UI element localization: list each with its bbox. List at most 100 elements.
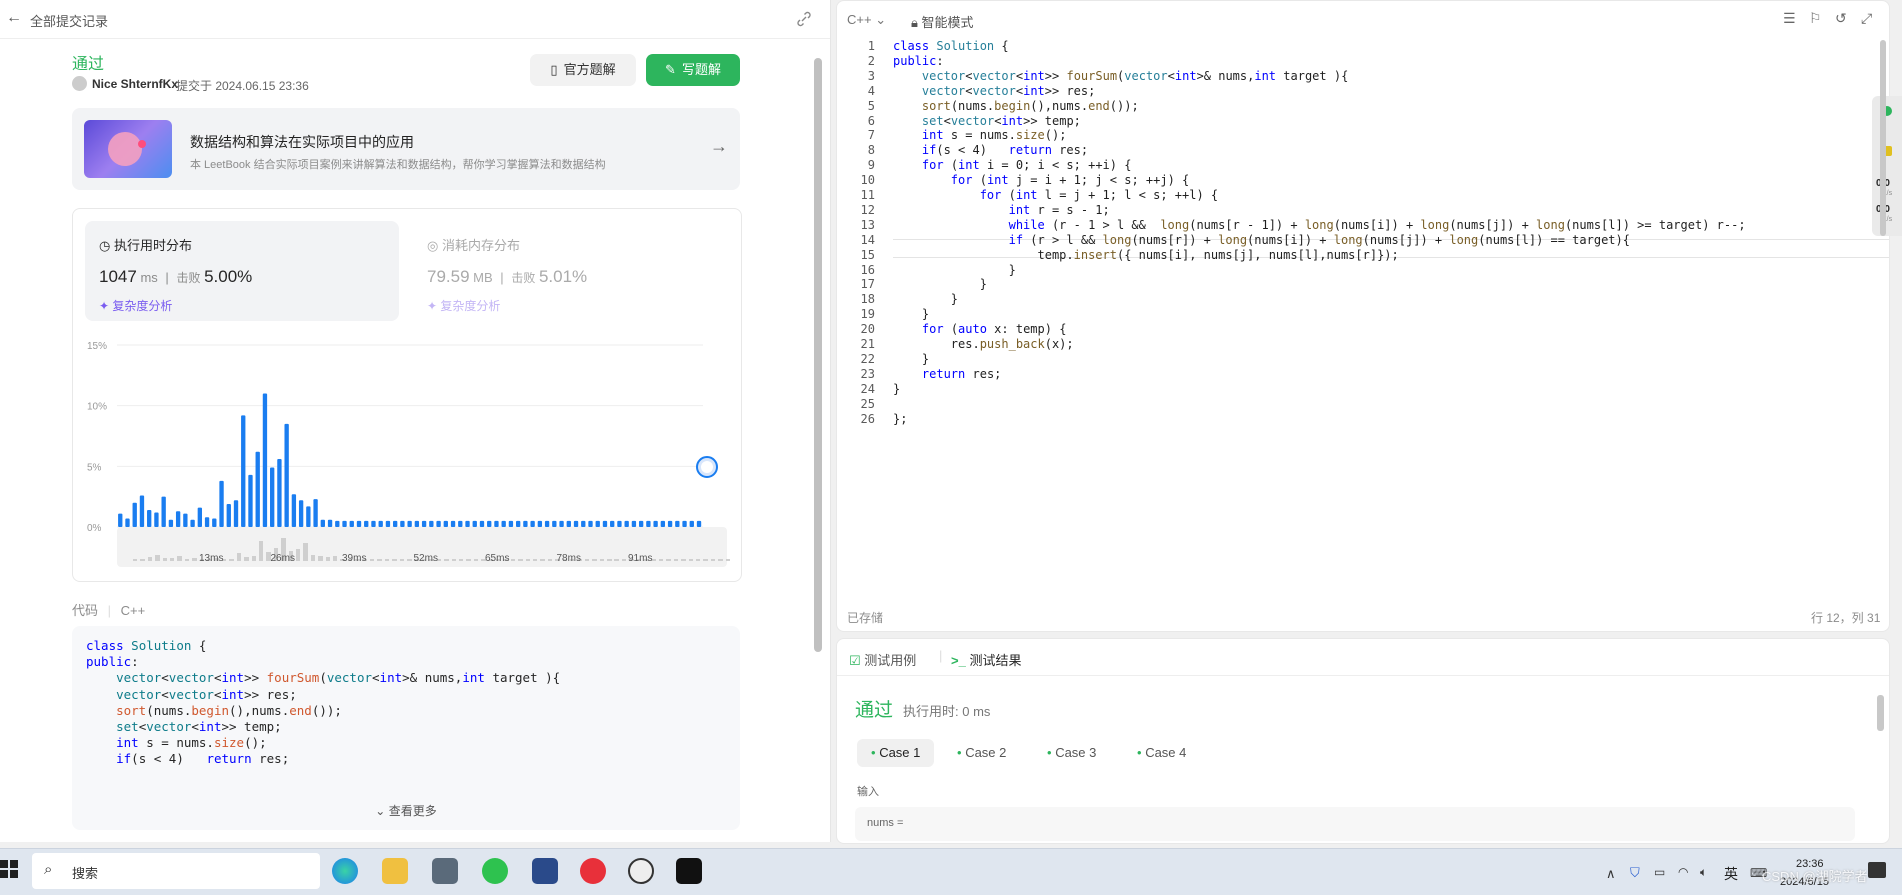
editor-code-line[interactable]: } xyxy=(893,292,958,306)
leetbook-banner[interactable]: 数据结构和算法在实际项目中的应用 本 LeetBook 结合实际项目案例来讲解算… xyxy=(72,108,740,190)
case-tab-3[interactable]: • Case 3 xyxy=(1033,739,1110,767)
runtime-bar[interactable] xyxy=(219,480,224,527)
shield-icon[interactable]: ⛉ xyxy=(1630,865,1640,881)
runtime-bar[interactable] xyxy=(241,415,246,527)
editor-code-line[interactable]: while (r - 1 > l && long(nums[r - 1]) + … xyxy=(893,218,1746,232)
editor-code-line[interactable]: for (auto x: temp) { xyxy=(893,322,1067,336)
editor-code-line[interactable]: set<vector<int>> temp; xyxy=(893,114,1081,128)
all-submissions-link[interactable]: 全部提交记录 xyxy=(30,11,108,30)
netease-music-icon[interactable] xyxy=(580,858,606,884)
windows-start-icon[interactable] xyxy=(0,860,18,878)
runtime-bar[interactable] xyxy=(284,423,289,527)
editor-code-line[interactable]: for (int i = 0; i < s; ++i) { xyxy=(893,158,1132,172)
editor-code-line[interactable]: for (int l = j + 1; l < s; ++l) { xyxy=(893,188,1218,202)
runtime-bar[interactable] xyxy=(270,467,275,527)
runtime-stat[interactable]: ◷ 执行用时分布 1047 ms | 击败 5.00% ✦ 复杂度分析 xyxy=(85,221,399,321)
runtime-bar[interactable] xyxy=(262,393,268,527)
user-avatar[interactable] xyxy=(72,76,87,91)
editor-code-line[interactable]: if (r > l && long(nums[r]) + long(nums[i… xyxy=(893,233,1630,247)
see-more-button[interactable]: ⌄ 查看更多 xyxy=(72,802,740,819)
case-tab-1[interactable]: • Case 1 xyxy=(857,739,935,767)
runtime-bar[interactable] xyxy=(248,474,253,527)
runtime-bar[interactable] xyxy=(147,510,152,527)
editor-code-line[interactable]: for (int j = i + 1; j < s; ++j) { xyxy=(893,173,1189,187)
runtime-bar[interactable] xyxy=(298,500,304,527)
editor-code-line[interactable]: } xyxy=(893,352,929,366)
taskbar-search[interactable]: ⌕ 搜索 xyxy=(32,853,320,889)
write-solution-button[interactable]: ✎ 写题解 xyxy=(646,54,740,86)
runtime-bar[interactable] xyxy=(175,511,181,527)
wechat-icon[interactable] xyxy=(482,858,508,884)
editor-code-line[interactable]: public: xyxy=(893,54,944,68)
runtime-bar[interactable] xyxy=(306,506,311,527)
runtime-bar[interactable] xyxy=(125,518,130,527)
runtime-bar[interactable] xyxy=(204,517,210,527)
case-tab-2[interactable]: • Case 2 xyxy=(943,739,1020,767)
fullscreen-icon[interactable]: ⤢ xyxy=(1861,10,1872,27)
language-select[interactable]: C++ ⌄ xyxy=(847,12,886,28)
runtime-complexity-link[interactable]: ✦ 复杂度分析 xyxy=(99,297,172,314)
editor-code-line[interactable]: vector<vector<int>> fourSum(vector<int>&… xyxy=(893,69,1348,83)
tab-test-result[interactable]: >_ 测试结果 xyxy=(951,650,1021,669)
runtime-bar[interactable] xyxy=(118,513,123,527)
edge-browser-icon[interactable] xyxy=(332,858,358,884)
editor-code-line[interactable]: vector<vector<int>> res; xyxy=(893,84,1095,98)
runtime-bar[interactable] xyxy=(327,519,333,527)
editor-scrollbar[interactable] xyxy=(1880,40,1886,236)
username[interactable]: Nice ShternfKx xyxy=(92,77,178,91)
cat-app-icon[interactable] xyxy=(532,858,558,884)
range-selector[interactable]: 13ms 26ms 39ms 52ms 65ms 78ms 91ms xyxy=(117,527,731,567)
format-icon[interactable]: ☰ xyxy=(1783,10,1796,27)
runtime-bar[interactable] xyxy=(132,502,137,527)
runtime-bar[interactable] xyxy=(277,459,282,527)
runtime-bar[interactable] xyxy=(168,519,174,527)
runtime-bar[interactable] xyxy=(233,500,239,527)
editor-code-line[interactable]: return res; xyxy=(893,367,1001,381)
runtime-bar[interactable] xyxy=(212,518,217,527)
input-box[interactable]: nums = xyxy=(855,807,1855,841)
editor-code-line[interactable]: if(s < 4) return res; xyxy=(893,143,1088,157)
runtime-bar[interactable] xyxy=(190,519,195,527)
clock-app-icon[interactable] xyxy=(628,858,654,884)
runtime-bar[interactable] xyxy=(154,512,159,527)
memory-complexity-link[interactable]: ✦ 复杂度分析 xyxy=(427,297,500,314)
jetbrains-icon[interactable] xyxy=(676,858,702,884)
editor-code-line[interactable]: res.push_back(x); xyxy=(893,337,1074,351)
editor-code-line[interactable]: sort(nums.begin(),nums.end()); xyxy=(893,99,1139,113)
official-solution-button[interactable]: ▯ 官方题解 xyxy=(530,54,636,86)
battery-icon[interactable]: ▭ xyxy=(1654,865,1665,879)
ime-indicator[interactable]: 英 xyxy=(1724,864,1738,884)
runtime-bar[interactable] xyxy=(313,499,318,527)
case-tab-4[interactable]: • Case 4 xyxy=(1123,739,1200,767)
runtime-bar[interactable] xyxy=(291,494,297,527)
link-icon[interactable] xyxy=(796,11,812,27)
back-arrow-icon[interactable]: ← xyxy=(6,10,22,26)
file-explorer-icon[interactable] xyxy=(382,858,408,884)
camera-icon[interactable] xyxy=(432,858,458,884)
runtime-bar[interactable] xyxy=(197,507,203,527)
runtime-bar[interactable] xyxy=(226,503,231,527)
editor-code-line[interactable]: } xyxy=(893,382,900,396)
editor-code-line[interactable]: } xyxy=(893,277,987,291)
test-scrollbar[interactable] xyxy=(1877,695,1884,731)
left-scrollbar[interactable] xyxy=(814,40,822,830)
editor-code-line[interactable]: int r = s - 1; xyxy=(893,203,1110,217)
notification-icon[interactable] xyxy=(1868,862,1886,878)
tray-chevron-icon[interactable]: ∧ xyxy=(1606,866,1616,882)
editor-code-line[interactable]: }; xyxy=(893,412,907,426)
editor-code-line[interactable]: temp.insert({ nums[i], nums[j], nums[l],… xyxy=(893,248,1398,262)
editor-code-line[interactable]: int s = nums.size(); xyxy=(893,128,1067,142)
editor-code-line[interactable]: class Solution { xyxy=(893,39,1009,53)
bookmark-icon[interactable]: ⚐ xyxy=(1809,10,1822,27)
reset-icon[interactable]: ↺ xyxy=(1835,10,1847,27)
runtime-bar[interactable] xyxy=(183,513,188,527)
runtime-bar[interactable] xyxy=(139,495,145,527)
editor-code-line[interactable]: } xyxy=(893,307,929,321)
smart-mode-toggle[interactable]: 🔒︎ 智能模式 xyxy=(911,12,974,31)
volume-icon[interactable]: 🔈︎ xyxy=(1700,865,1707,880)
editor-code-line[interactable]: } xyxy=(893,263,1016,277)
memory-stat[interactable]: ◎ 消耗内存分布 79.59 MB | 击败 5.01% ✦ 复杂度分析 xyxy=(413,221,727,321)
tab-test-cases[interactable]: ☑ 测试用例 xyxy=(849,650,916,669)
wifi-icon[interactable]: ◠ xyxy=(1678,865,1688,879)
runtime-bar[interactable] xyxy=(255,451,260,527)
